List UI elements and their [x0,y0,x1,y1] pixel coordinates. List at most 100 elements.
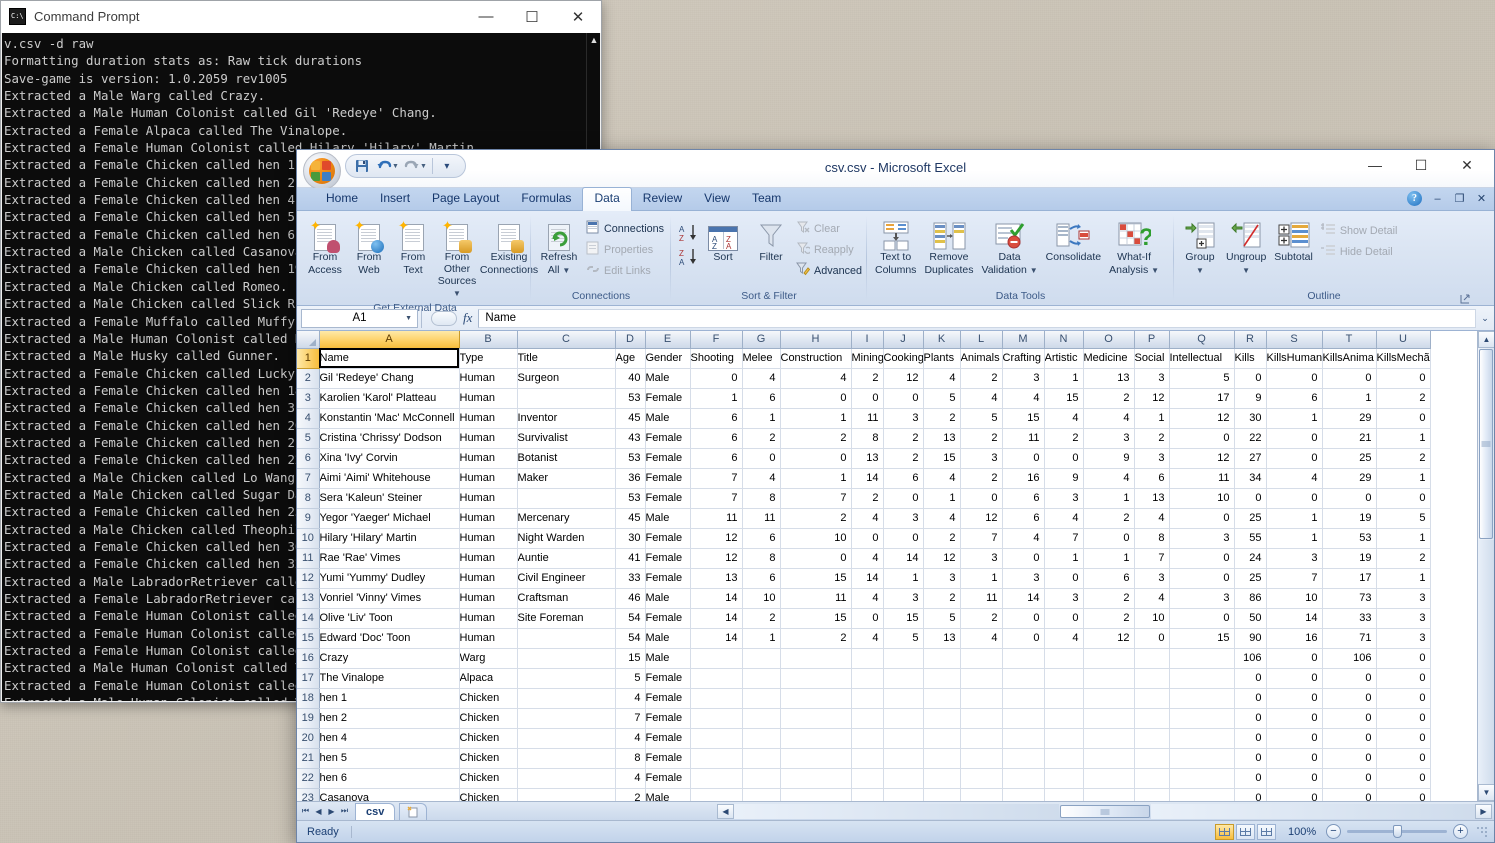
cell-N4[interactable]: 4 [1044,408,1084,429]
cell-T23[interactable]: 0 [1322,788,1377,801]
cell-F2[interactable]: 0 [690,368,743,389]
cell-J15[interactable]: 5 [883,628,924,649]
cell-E6[interactable]: Female [645,448,691,469]
cell-R4[interactable]: 30 [1234,408,1267,429]
cell-D7[interactable]: 36 [615,468,646,489]
cell-R23[interactable]: 0 [1234,788,1267,801]
cell-D14[interactable]: 54 [615,608,646,629]
cell-U13[interactable]: 3 [1376,588,1431,609]
cell-K14[interactable]: 5 [923,608,961,629]
cell-P3[interactable]: 12 [1134,388,1170,409]
horizontal-scrollbar[interactable]: ◀ ▶ [717,804,1492,819]
page-break-preview-button[interactable] [1257,823,1276,840]
cell-M2[interactable]: 3 [1002,368,1045,389]
cell-R13[interactable]: 86 [1234,588,1267,609]
column-header-p[interactable]: P [1134,331,1170,349]
cell-P16[interactable] [1134,648,1170,669]
cell-I20[interactable] [851,728,884,749]
table-row[interactable]: 17 The Vinalope Alpaca 5 Female 0 0 0 0 [297,668,1431,689]
last-sheet-button[interactable]: ⏭ [338,806,351,816]
cell-E11[interactable]: Female [645,548,691,569]
cell-G4[interactable]: 1 [742,408,781,429]
group-dropdown-icon[interactable]: ▼ [1196,265,1204,277]
cell-K2[interactable]: 4 [923,368,961,389]
cell-C13[interactable]: Craftsman [517,588,616,609]
table-row[interactable]: 21 hen 5 Chicken 8 Female 0 0 0 0 [297,748,1431,769]
filter-button[interactable]: Filter [749,217,793,266]
cell-I5[interactable]: 8 [851,428,884,449]
cell-D20[interactable]: 4 [615,728,646,749]
cell-C21[interactable] [517,748,616,769]
existing-connections-button[interactable]: Existing Connections [480,217,538,278]
cell-O3[interactable]: 2 [1083,388,1135,409]
row-header-5[interactable]: 5 [297,428,320,449]
cell-T5[interactable]: 21 [1322,428,1377,449]
cell-T11[interactable]: 19 [1322,548,1377,569]
column-header-i[interactable]: I [851,331,884,349]
column-header-m[interactable]: M [1002,331,1045,349]
cell-A20[interactable]: hen 4 [319,728,460,749]
cell-G19[interactable] [742,708,781,729]
tab-formulas[interactable]: Formulas [510,188,582,210]
cell-B2[interactable]: Human [459,368,518,389]
row-header-3[interactable]: 3 [297,388,320,409]
cell-F20[interactable] [690,728,743,749]
zoom-controls[interactable]: 100% − + [1288,824,1468,839]
cell-N11[interactable]: 1 [1044,548,1084,569]
cell-K12[interactable]: 3 [923,568,961,589]
cell-L3[interactable]: 4 [960,388,1003,409]
cell-E18[interactable]: Female [645,688,691,709]
cell-F21[interactable] [690,748,743,769]
table-row[interactable]: 1 Name Type Title Age Gender Shooting Melee Cons… [297,348,1431,369]
cell-H15[interactable]: 2 [780,628,852,649]
cell-N15[interactable]: 4 [1044,628,1084,649]
cell-E14[interactable]: Female [645,608,691,629]
cell-H6[interactable]: 0 [780,448,852,469]
cell-S16[interactable]: 0 [1266,648,1323,669]
cell-P2[interactable]: 3 [1134,368,1170,389]
row-header-1[interactable]: 1 [297,348,320,369]
column-header-k[interactable]: K [923,331,961,349]
cell-A6[interactable]: Xina 'Ivy' Corvin [319,448,460,469]
tab-home[interactable]: Home [315,188,369,210]
row-header-13[interactable]: 13 [297,588,320,609]
cell-S2[interactable]: 0 [1266,368,1323,389]
cell-T18[interactable]: 0 [1322,688,1377,709]
row-header-19[interactable]: 19 [297,708,320,729]
cell-U1[interactable]: KillsMechã [1376,348,1431,369]
cell-K8[interactable]: 1 [923,488,961,509]
cell-I4[interactable]: 11 [851,408,884,429]
cell-J11[interactable]: 14 [883,548,924,569]
cmd-maximize-button[interactable]: ☐ [509,1,555,32]
column-header-n[interactable]: N [1044,331,1084,349]
cell-J12[interactable]: 1 [883,568,924,589]
excel-window[interactable]: ▼ ▼ ▾ csv.csv - Microsoft Excel — ☐ ✕ Ho… [296,149,1495,843]
cell-L14[interactable]: 2 [960,608,1003,629]
from-access-button[interactable]: ✦ From Access [303,217,347,278]
cell-S17[interactable]: 0 [1266,668,1323,689]
cell-E12[interactable]: Female [645,568,691,589]
cmd-minimize-button[interactable]: — [463,1,509,32]
worksheet-area[interactable]: ABCDEFGHIJKLMNOPQRSTU 1 Name Type Title Age G… [297,331,1494,801]
cell-U17[interactable]: 0 [1376,668,1431,689]
cell-A17[interactable]: The Vinalope [319,668,460,689]
cell-E22[interactable]: Female [645,768,691,789]
cell-N17[interactable] [1044,668,1084,689]
cell-G15[interactable]: 1 [742,628,781,649]
cell-U6[interactable]: 2 [1376,448,1431,469]
cell-B16[interactable]: Warg [459,648,518,669]
cell-O11[interactable]: 1 [1083,548,1135,569]
cell-E20[interactable]: Female [645,728,691,749]
cell-A22[interactable]: hen 6 [319,768,460,789]
cell-N12[interactable]: 0 [1044,568,1084,589]
cell-R5[interactable]: 22 [1234,428,1267,449]
cell-N1[interactable]: Artistic [1044,348,1084,369]
previous-sheet-button[interactable]: ◀ [312,807,325,816]
cell-N23[interactable] [1044,788,1084,801]
column-header-b[interactable]: B [459,331,518,349]
cell-T12[interactable]: 17 [1322,568,1377,589]
cell-L11[interactable]: 3 [960,548,1003,569]
cell-D9[interactable]: 45 [615,508,646,529]
cell-J2[interactable]: 12 [883,368,924,389]
cell-P20[interactable] [1134,728,1170,749]
